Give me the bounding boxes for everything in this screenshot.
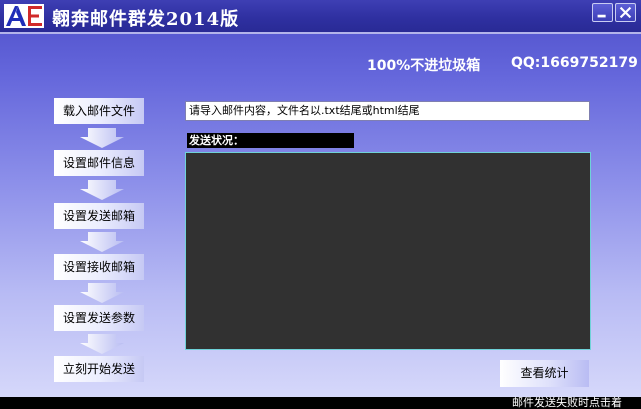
window-title: 翱奔邮件群发2014版: [52, 9, 240, 30]
title-bar[interactable]: 翱奔邮件群发2014版: [0, 0, 641, 32]
down-arrow-icon: [80, 128, 124, 148]
down-arrow-icon: [80, 232, 124, 252]
send-log-area[interactable]: [185, 152, 591, 350]
down-arrow-icon: [80, 180, 124, 200]
down-arrow-icon: [80, 334, 124, 354]
mail-info-settings-button[interactable]: 设置邮件信息: [54, 150, 144, 176]
receiver-mailbox-settings-button[interactable]: 设置接收邮箱: [54, 254, 144, 280]
close-icon: [619, 6, 632, 19]
ae-logo: [4, 4, 44, 28]
start-sending-button[interactable]: 立刻开始发送: [54, 356, 144, 382]
down-arrow-icon: [80, 283, 124, 303]
send-status-label: 发送状况：: [187, 133, 354, 148]
mail-content-path-input[interactable]: 请导入邮件内容，文件名以.txt结尾或html结尾: [185, 101, 590, 121]
load-mail-file-button[interactable]: 载入邮件文件: [54, 98, 144, 124]
app-window: 翱奔邮件群发2014版 100%不进垃圾箱 QQ:1669752179 载入邮件…: [0, 0, 641, 409]
minimize-icon: [597, 14, 606, 18]
slogan-text: 100%不进垃圾箱: [367, 58, 481, 74]
send-params-settings-button[interactable]: 设置发送参数: [54, 305, 144, 331]
close-button[interactable]: [615, 3, 636, 22]
sender-mailbox-settings-button[interactable]: 设置发送邮箱: [54, 203, 144, 229]
qq-contact: QQ:1669752179: [511, 55, 638, 71]
view-statistics-button[interactable]: 查看统计: [500, 360, 589, 387]
status-bar-text: 邮件发送失败时点击着: [512, 396, 622, 409]
minimize-button[interactable]: [592, 3, 613, 22]
title-separator: [0, 32, 641, 34]
